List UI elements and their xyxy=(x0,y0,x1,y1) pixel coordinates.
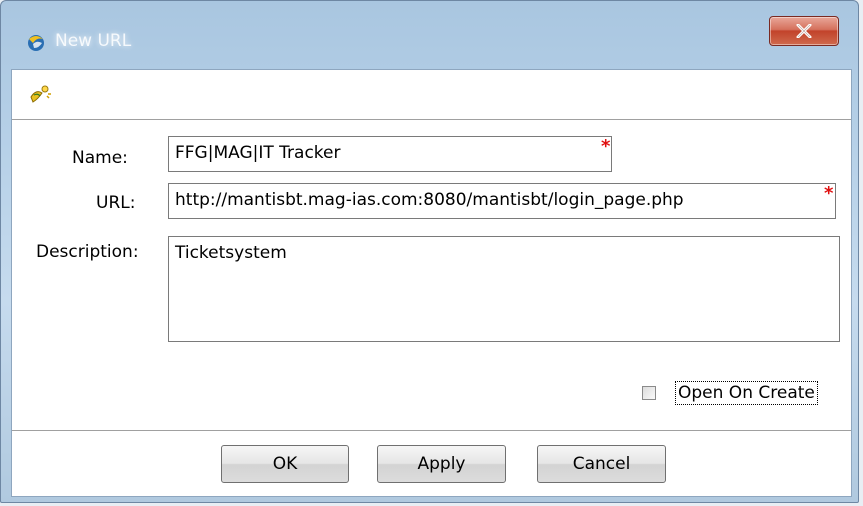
url-label: URL: xyxy=(96,193,136,213)
description-field[interactable]: Ticketsystem xyxy=(168,236,840,342)
dialog-content: Name: FFG|MAG|IT Tracker * URL: http://m… xyxy=(11,69,852,497)
description-label: Description: xyxy=(36,242,139,262)
close-button[interactable] xyxy=(769,16,839,46)
new-url-dialog: New URL Name: FFG|MAG|IT Tracker * URL: … xyxy=(0,0,859,503)
url-required-marker: * xyxy=(824,183,834,204)
apply-button[interactable]: Apply xyxy=(377,445,506,483)
name-field[interactable]: FFG|MAG|IT Tracker xyxy=(168,136,612,172)
open-on-create-checkbox[interactable] xyxy=(642,386,656,400)
url-field[interactable]: http://mantisbt.mag-ias.com:8080/mantisb… xyxy=(168,183,836,219)
name-required-marker: * xyxy=(601,136,611,157)
title-bar[interactable]: New URL xyxy=(1,1,858,69)
toolbar-separator xyxy=(12,119,851,121)
cancel-button[interactable]: Cancel xyxy=(537,445,666,483)
close-x-icon xyxy=(796,24,812,38)
ok-button[interactable]: OK xyxy=(221,445,349,483)
button-separator xyxy=(12,430,851,432)
app-logo-icon xyxy=(25,31,47,53)
open-on-create-label[interactable]: Open On Create xyxy=(675,381,818,405)
toolbar xyxy=(12,70,851,120)
name-label: Name: xyxy=(72,148,128,168)
window-title: New URL xyxy=(55,31,132,51)
wizard-icon[interactable] xyxy=(28,83,52,107)
